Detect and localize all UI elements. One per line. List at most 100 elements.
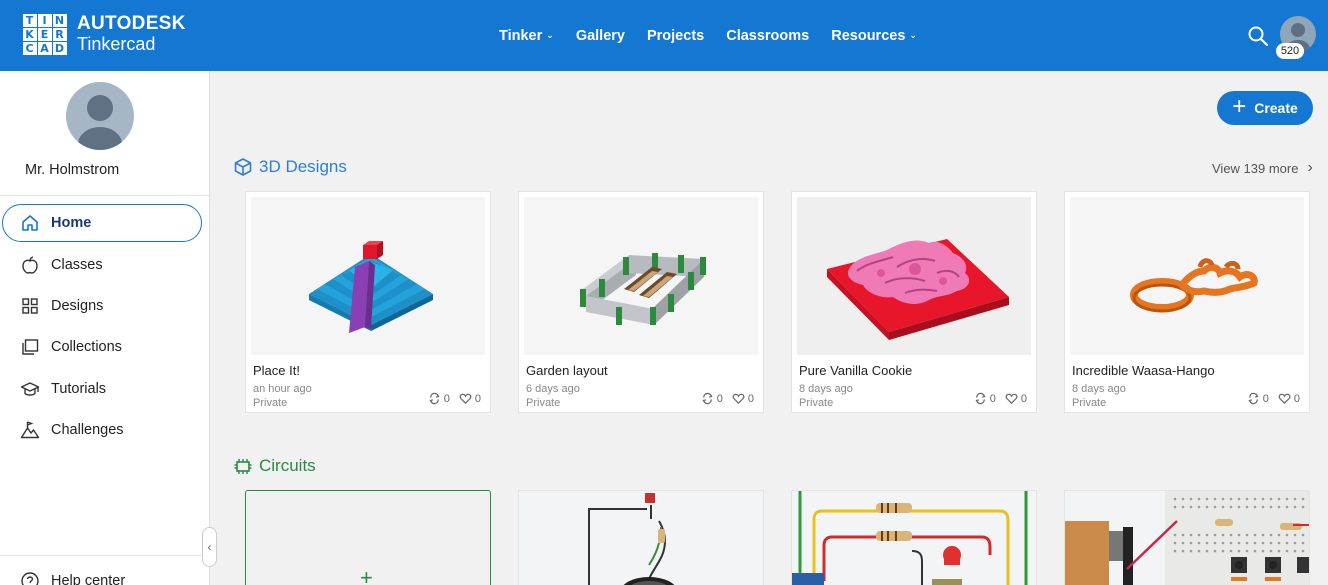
design-age: 8 days ago <box>1072 383 1126 395</box>
design-age: 6 days ago <box>526 383 580 395</box>
sidebar-item-home[interactable]: Home <box>20 211 91 235</box>
copy-count: 0 <box>443 392 450 405</box>
divider <box>0 555 209 556</box>
logo-letter: E <box>37 27 52 42</box>
sidebar-item-tutorials[interactable]: Tutorials <box>20 377 106 401</box>
nav-projects[interactable]: Projects <box>647 28 704 44</box>
section-3d-designs[interactable]: 3D Designs <box>233 157 347 177</box>
sidebar-item-collections[interactable]: Collections <box>20 335 122 359</box>
design-thumbnail[interactable] <box>797 197 1031 355</box>
logo-letter: R <box>52 27 67 42</box>
design-card-pure-vanilla-cookie[interactable]: Pure Vanilla Cookie 8 days ago Private 0… <box>791 191 1037 413</box>
design-stats: 0 0 <box>428 392 481 405</box>
sidebar-item-label: Collections <box>51 339 122 355</box>
cube-icon <box>234 158 252 176</box>
design-name: Incredible Waasa-Hango <box>1072 363 1215 378</box>
logo-letter: A <box>37 42 52 56</box>
sidebar-item-label: Tutorials <box>51 381 107 397</box>
copy-count-icon <box>975 392 986 405</box>
design-name: Place It! <box>253 363 300 378</box>
heart-icon[interactable] <box>732 392 745 405</box>
brand-wordmark[interactable]: AUTODESK Tinkercad <box>77 14 186 53</box>
circuit-thumbnail-image <box>1065 491 1309 585</box>
nav-gallery-label: Gallery <box>575 27 625 44</box>
search-icon <box>1248 26 1269 47</box>
profile-avatar[interactable] <box>66 82 134 150</box>
circuit-card[interactable] <box>1064 490 1310 585</box>
section-title-label: Circuits <box>259 456 316 475</box>
create-new-circuit-card[interactable]: + <box>245 490 491 585</box>
sidebar-item-label: Help center <box>51 573 126 585</box>
orange-ring-shape-model-image <box>1130 258 1258 313</box>
design-visibility: Private <box>1072 397 1107 409</box>
profile-name[interactable]: Mr. Holmstrom <box>25 162 119 178</box>
circuit-card[interactable] <box>791 490 1037 585</box>
nav-tinker[interactable]: Tinker ⌄ <box>499 28 554 44</box>
view-more-designs-link[interactable]: View 139 more › <box>1212 159 1313 177</box>
heart-icon[interactable] <box>459 392 472 405</box>
copy-count-icon <box>702 392 713 405</box>
nav-projects-label: Projects <box>646 27 705 44</box>
divider <box>0 195 209 196</box>
create-label: Create <box>1254 100 1298 116</box>
sidebar-item-classes[interactable]: Classes <box>20 253 103 277</box>
nav-gallery[interactable]: Gallery <box>576 28 625 44</box>
chevron-down-icon: ⌄ <box>546 30 554 40</box>
section-circuits[interactable]: Circuits <box>233 456 316 476</box>
sidebar-item-designs[interactable]: Designs <box>20 294 103 318</box>
logo-letter: C <box>22 42 37 56</box>
like-count: 0 <box>747 392 754 405</box>
logo-letter: K <box>22 27 37 42</box>
design-card-garden-layout[interactable]: Garden layout 6 days ago Private 0 0 <box>518 191 764 413</box>
stepped-pyramid-model-image <box>309 241 433 333</box>
sidebar-item-help-center[interactable]: Help center <box>20 569 125 585</box>
design-age: 8 days ago <box>799 383 853 395</box>
design-card-incredible-waasa-hango[interactable]: Incredible Waasa-Hango 8 days ago Privat… <box>1064 191 1310 413</box>
circuit-thumbnail-image <box>792 491 1036 585</box>
design-stats: 0 0 <box>974 392 1027 405</box>
collapse-sidebar-button[interactable]: ‹ <box>202 527 217 567</box>
sidebar-item-label: Designs <box>51 298 104 314</box>
design-thumbnail[interactable] <box>524 197 758 355</box>
like-count: 0 <box>474 392 481 405</box>
brand-tinkercad: Tinkercad <box>77 34 156 54</box>
logo-letter: N <box>52 13 67 27</box>
like-count: 0 <box>1293 392 1300 405</box>
design-thumbnail[interactable] <box>251 197 485 355</box>
create-button[interactable]: + Create <box>1217 91 1313 125</box>
cookie-relief-model-image <box>827 239 1009 340</box>
sidebar-item-label: Classes <box>51 257 103 273</box>
logo-letter: I <box>37 13 52 27</box>
design-card-place-it[interactable]: Place It! an hour ago Private 0 0 <box>245 191 491 413</box>
logo-letter: T <box>22 13 37 27</box>
sidebar-item-label: Home <box>51 215 92 231</box>
nav-resources[interactable]: Resources ⌄ <box>831 28 917 44</box>
sidebar: Mr. Holmstrom Home Classes Designs Colle… <box>0 71 210 585</box>
sidebar-item-label: Challenges <box>51 422 124 438</box>
notification-count-badge[interactable]: 520 <box>1276 43 1304 59</box>
logo-letter: D <box>52 42 67 56</box>
nav-classrooms-label: Classrooms <box>726 27 810 44</box>
chip-icon <box>234 459 252 474</box>
copy-count: 0 <box>1262 392 1269 405</box>
design-visibility: Private <box>799 397 834 409</box>
design-age: an hour ago <box>253 383 312 395</box>
heart-icon[interactable] <box>1005 392 1018 405</box>
nav-resources-label: Resources <box>831 27 906 44</box>
design-stats: 0 0 <box>1247 392 1300 405</box>
search-button[interactable] <box>1246 24 1270 48</box>
tinkercad-logo[interactable]: T I N K E R C A D <box>22 13 67 56</box>
person-silhouette-icon <box>78 95 122 150</box>
heart-icon[interactable] <box>1278 392 1291 405</box>
section-title-label: 3D Designs <box>259 157 347 176</box>
grid-icon <box>22 298 38 314</box>
copy-count-icon <box>1248 392 1259 405</box>
design-thumbnail[interactable] <box>1070 197 1304 355</box>
chevron-down-icon: ⌄ <box>909 30 917 40</box>
chevron-right-icon: › <box>1307 159 1313 176</box>
sidebar-item-challenges[interactable]: Challenges <box>20 418 124 442</box>
circuit-card[interactable] <box>518 490 764 585</box>
plus-icon: + <box>360 565 373 585</box>
nav-classrooms[interactable]: Classrooms <box>726 28 809 44</box>
graduation-cap-icon <box>20 382 40 396</box>
